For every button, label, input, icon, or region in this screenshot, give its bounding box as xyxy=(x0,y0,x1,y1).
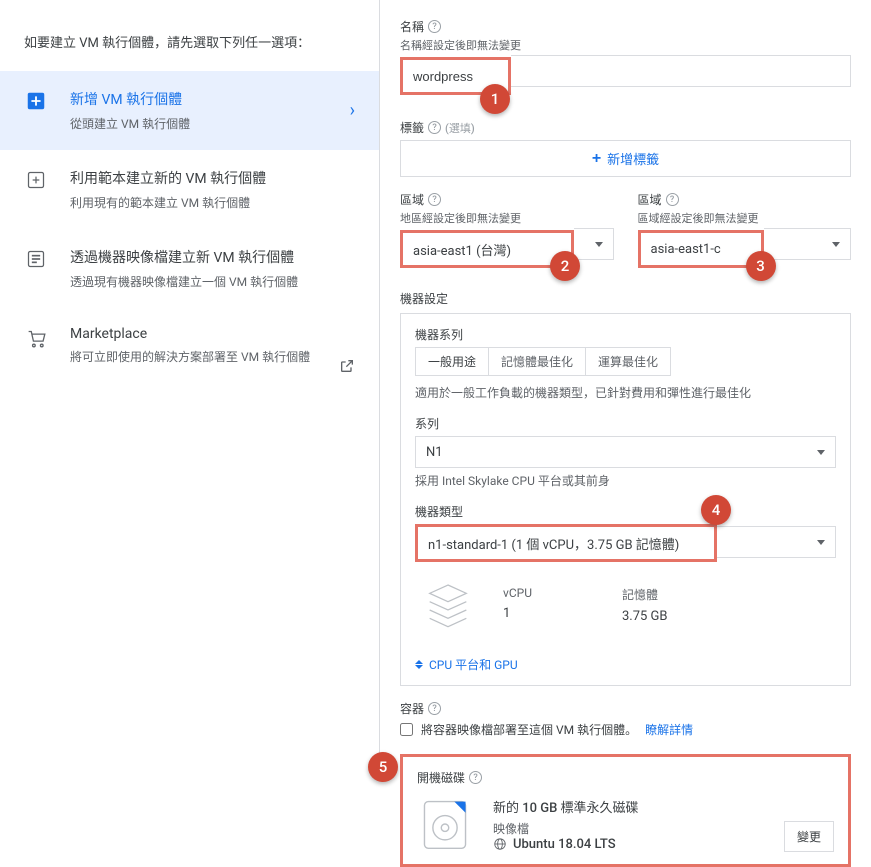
chevron-down-icon xyxy=(832,242,840,247)
globe-icon xyxy=(493,837,507,851)
zone-note: 區域經設定後即無法變更 xyxy=(638,210,852,226)
zone-label: 區域 xyxy=(638,191,662,208)
memory-label: 記憶體 xyxy=(622,586,668,603)
series-desc: 適用於一般工作負載的機器類型，已針對費用和彈性進行最佳化 xyxy=(415,384,836,401)
expand-icon xyxy=(415,660,423,669)
sidebar-item-subtitle: 透過現有機器映像檔建立一個 VM 執行個體 xyxy=(70,273,355,290)
learn-more-link[interactable]: 瞭解詳情 xyxy=(645,721,693,738)
zone-select[interactable]: asia-east1-c xyxy=(641,233,761,265)
callout-3: 3 xyxy=(746,251,776,281)
name-label: 名稱 xyxy=(400,18,424,35)
add-label-button[interactable]: + 新增標籤 xyxy=(400,140,851,177)
main-form: 名稱? 名稱經設定後即無法變更 1 標籤? (選填) + 新增標籤 區域? 地區經… xyxy=(380,0,871,757)
memory-value: 3.75 GB xyxy=(622,609,668,624)
boot-disk-label: 開機磁碟 xyxy=(417,769,465,786)
machine-type-select[interactable]: n1-standard-1 (1 個 vCPU，3.75 GB 記憶體) xyxy=(418,527,714,559)
template-icon xyxy=(24,168,48,192)
boot-disk-os: Ubuntu 18.04 LTS xyxy=(513,837,616,852)
callout-2: 2 xyxy=(550,251,580,281)
sidebar-item-title: 透過機器映像檔建立新 VM 執行個體 xyxy=(70,247,355,267)
vcpu-value: 1 xyxy=(503,606,532,621)
chevron-right-icon: › xyxy=(350,100,355,121)
sidebar-item-title: 利用範本建立新的 VM 執行個體 xyxy=(70,168,355,188)
sidebar-intro: 如要建立 VM 執行個體，請先選取下列任一選項： xyxy=(0,16,379,71)
sidebar-item-title: 新增 VM 執行個體 xyxy=(70,89,350,109)
boot-disk-panel: 開機磁碟? 新的 10 GB 標準永久磁碟 映像檔 Ubuntu 18.04 L… xyxy=(400,754,851,867)
vcpu-label: vCPU xyxy=(503,586,532,600)
machine-config-label: 機器設定 xyxy=(400,290,448,307)
tab-compute[interactable]: 運算最佳化 xyxy=(585,347,671,376)
cpu-gpu-expand[interactable]: CPU 平台和 GPU xyxy=(415,656,836,673)
help-icon[interactable]: ? xyxy=(428,20,441,33)
sidebar-item-template[interactable]: 利用範本建立新的 VM 執行個體 利用現有的範本建立 VM 執行個體 xyxy=(0,150,379,229)
external-link-icon xyxy=(339,358,355,378)
boot-disk-title: 新的 10 GB 標準永久磁碟 xyxy=(493,797,639,816)
tab-general[interactable]: 一般用途 xyxy=(415,347,489,376)
disk-icon xyxy=(417,796,473,852)
change-button[interactable]: 變更 xyxy=(784,821,834,852)
machine-type-label: 機器類型 xyxy=(415,503,836,520)
help-icon[interactable]: ? xyxy=(469,771,482,784)
labels-label: 標籤 xyxy=(400,119,424,136)
plus-icon: + xyxy=(592,150,601,168)
marketplace-icon xyxy=(24,326,48,350)
series-select[interactable]: N1 xyxy=(415,436,836,468)
machine-config-panel: 機器系列 一般用途 記憶體最佳化 運算最佳化 適用於一般工作負載的機器類型，已針… xyxy=(400,313,851,686)
sidebar-item-subtitle: 從頭建立 VM 執行個體 xyxy=(70,115,350,132)
chevron-down-icon xyxy=(817,540,825,545)
container-label: 容器 xyxy=(400,700,424,717)
help-icon[interactable]: ? xyxy=(666,193,679,206)
series-label: 機器系列 xyxy=(415,326,836,343)
sidebar-item-subtitle: 利用現有的範本建立 VM 執行個體 xyxy=(70,194,355,211)
callout-4: 4 xyxy=(701,495,731,525)
chevron-down-icon xyxy=(817,450,825,455)
series-note: 採用 Intel Skylake CPU 平台或其前身 xyxy=(415,472,836,489)
series-sub-label: 系列 xyxy=(415,415,836,432)
name-note: 名稱經設定後即無法變更 xyxy=(400,37,851,53)
sidebar-item-subtitle: 將可立即使用的解決方案部署至 VM 執行個體 xyxy=(70,348,355,365)
sidebar: 如要建立 VM 執行個體，請先選取下列任一選項： 新增 VM 執行個體 從頭建立… xyxy=(0,0,380,757)
machine-image-icon xyxy=(24,247,48,271)
boot-disk-image-label: 映像檔 xyxy=(493,820,639,837)
callout-1: 1 xyxy=(480,84,510,114)
sidebar-item-new-vm[interactable]: 新增 VM 執行個體 從頭建立 VM 執行個體 › xyxy=(0,71,379,150)
container-checkbox[interactable] xyxy=(400,723,413,736)
sidebar-item-marketplace[interactable]: Marketplace 將可立即使用的解決方案部署至 VM 執行個體 xyxy=(0,308,379,383)
optional-text: (選填) xyxy=(445,120,475,136)
tab-memory[interactable]: 記憶體最佳化 xyxy=(488,347,586,376)
region-note: 地區經設定後即無法變更 xyxy=(400,210,614,226)
add-box-icon xyxy=(24,89,48,113)
sidebar-item-machine-image[interactable]: 透過機器映像檔建立新 VM 執行個體 透過現有機器映像檔建立一個 VM 執行個體 xyxy=(0,229,379,308)
help-icon[interactable]: ? xyxy=(428,193,441,206)
region-label: 區域 xyxy=(400,191,424,208)
sidebar-item-title: Marketplace xyxy=(70,326,355,342)
container-checkbox-label: 將容器映像檔部署至這個 VM 執行個體。 xyxy=(421,721,637,738)
stack-icon xyxy=(423,580,473,630)
chevron-down-icon xyxy=(595,242,603,247)
region-select[interactable]: asia-east1 (台灣) xyxy=(403,233,571,265)
help-icon[interactable]: ? xyxy=(428,702,441,715)
help-icon[interactable]: ? xyxy=(428,121,441,134)
